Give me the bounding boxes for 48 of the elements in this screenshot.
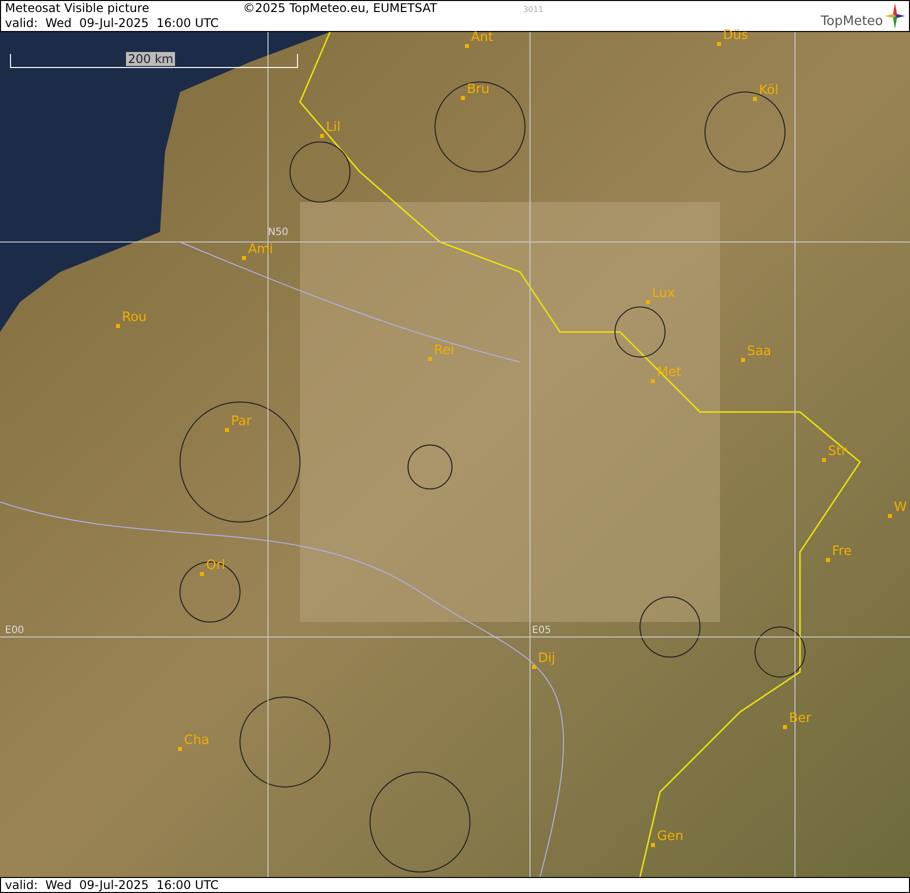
city-marker (741, 358, 745, 362)
city-marker (200, 572, 204, 576)
city-label: Ant (471, 30, 494, 45)
city-label: Dij (538, 651, 556, 666)
city-label: Gen (657, 829, 684, 844)
compass-star-icon (885, 3, 905, 29)
logo-text: TopMeteo (820, 14, 883, 30)
city-marker (651, 843, 655, 847)
city-label: Str (828, 444, 847, 459)
city-marker (178, 747, 182, 751)
city-label: Cha (184, 733, 210, 748)
city-marker (116, 324, 120, 328)
city-marker (320, 134, 324, 138)
valid-time: valid: Wed 09-Jul-2025 16:00 UTC (5, 878, 219, 892)
city-label: Rei (434, 343, 454, 358)
city-marker (822, 458, 826, 462)
city-marker (465, 44, 469, 48)
city-marker (646, 300, 650, 304)
city-label: Bru (467, 82, 490, 97)
city-label: Par (231, 414, 252, 429)
city-marker (461, 96, 465, 100)
grid-label: E05 (532, 625, 552, 637)
city-label: Lux (652, 286, 675, 301)
copyright-text: ©2025 TopMeteo.eu, EUMETSAT (243, 1, 438, 17)
city-label: Rou (122, 310, 147, 325)
city-marker (783, 725, 787, 729)
city-label: Fre (832, 544, 852, 559)
city-label: Köl (759, 83, 778, 98)
grid-label: E00 (5, 625, 24, 637)
city-label: Saa (747, 344, 772, 359)
image-code: 3011 (523, 5, 544, 15)
city-label: Orl (206, 558, 226, 573)
city-marker (242, 256, 246, 260)
city-marker (826, 558, 830, 562)
city-label: Lil (326, 120, 340, 135)
city-label: Düs (723, 28, 748, 43)
city-marker (888, 514, 892, 518)
city-marker (532, 665, 536, 669)
valid-time: valid: Wed 09-Jul-2025 16:00 UTC (5, 16, 220, 31)
grid-label: N50 (268, 227, 288, 239)
city-label: W (894, 500, 907, 515)
city-marker (225, 428, 229, 432)
scale-label: 200 km (126, 52, 176, 66)
city-marker (753, 97, 757, 101)
city-marker (651, 379, 655, 383)
city-marker (717, 42, 721, 46)
city-marker (428, 357, 432, 361)
image-title: Meteosat Visible picture (5, 1, 150, 16)
